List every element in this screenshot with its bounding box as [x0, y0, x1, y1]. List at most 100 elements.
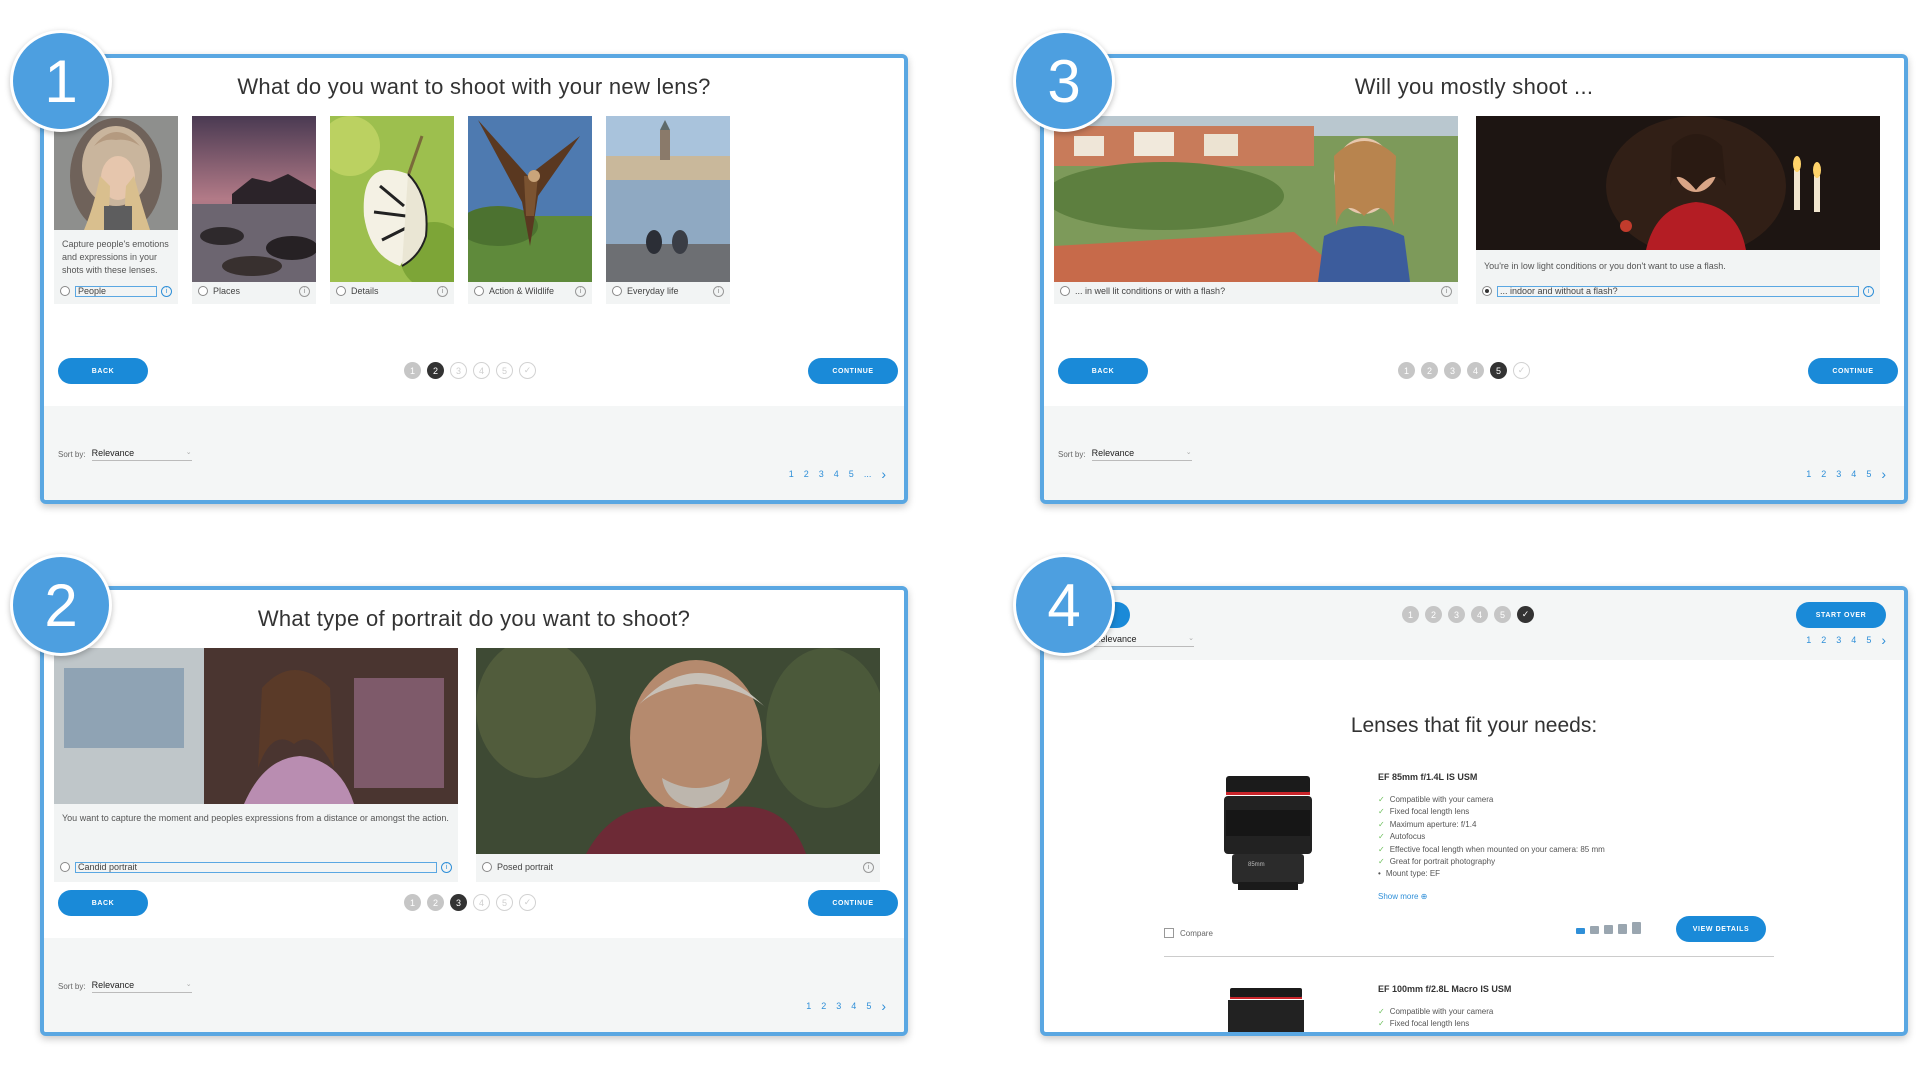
info-icon[interactable]: i: [437, 285, 448, 297]
card-details[interactable]: Details i: [330, 116, 454, 304]
sort-select[interactable]: Relevance ⌄: [1094, 634, 1194, 647]
page-link[interactable]: 5: [1866, 469, 1871, 479]
info-icon[interactable]: i: [1863, 285, 1874, 297]
info-icon[interactable]: i: [1441, 285, 1452, 297]
lens-name[interactable]: EF 85mm f/1.4L IS USM: [1378, 772, 1477, 782]
card-everyday-life[interactable]: Everyday life i: [606, 116, 730, 304]
card-candid-portrait[interactable]: You want to capture the moment and peopl…: [54, 648, 458, 882]
option-places[interactable]: Places i: [198, 284, 310, 298]
info-icon[interactable]: i: [863, 861, 874, 873]
step-dot-current[interactable]: 3: [450, 894, 467, 911]
sort-select[interactable]: Relevance ⌄: [91, 980, 192, 993]
step-dot-current[interactable]: 2: [427, 362, 444, 379]
option-details[interactable]: Details i: [336, 284, 448, 298]
info-icon[interactable]: i: [161, 285, 172, 297]
option-candid-portrait[interactable]: Candid portrait i: [60, 860, 452, 874]
card-well-lit[interactable]: ... in well lit conditions or with a fla…: [1054, 116, 1458, 304]
page-link[interactable]: 5: [1866, 635, 1871, 645]
show-more-link[interactable]: Show more ⊕: [1378, 892, 1427, 901]
page-link[interactable]: 1: [1806, 469, 1811, 479]
info-icon[interactable]: i: [441, 861, 452, 873]
option-action-wildlife[interactable]: Action & Wildlife i: [474, 284, 586, 298]
continue-button[interactable]: CONTINUE: [808, 358, 898, 384]
step-dot[interactable]: 4: [1467, 362, 1484, 379]
card-action-wildlife[interactable]: Action & Wildlife i: [468, 116, 592, 304]
option-everyday-life[interactable]: Everyday life i: [612, 284, 724, 298]
step-dot[interactable]: 1: [1398, 362, 1415, 379]
card-people[interactable]: Capture people's emotions and expression…: [54, 116, 178, 304]
option-well-lit[interactable]: ... in well lit conditions or with a fla…: [1060, 284, 1452, 298]
step-dot[interactable]: 2: [1425, 606, 1442, 623]
page-link[interactable]: 5: [866, 1001, 871, 1011]
step-dot[interactable]: 5: [1494, 606, 1511, 623]
compare-checkbox[interactable]: Compare: [1164, 928, 1213, 938]
page-link[interactable]: 3: [819, 469, 824, 479]
step-dot[interactable]: 2: [427, 894, 444, 911]
page-link[interactable]: 2: [821, 1001, 826, 1011]
sort-select[interactable]: Relevance ⌄: [91, 448, 192, 461]
back-button[interactable]: BACK: [58, 358, 148, 384]
step-dot[interactable]: 4: [1471, 606, 1488, 623]
step-dot[interactable]: 1: [404, 362, 421, 379]
step-dot-finish-current[interactable]: ✓: [1517, 606, 1534, 623]
card-places[interactable]: Places i: [192, 116, 316, 304]
card-posed-portrait[interactable]: Posed portrait i: [476, 648, 880, 882]
page-link[interactable]: 1: [806, 1001, 811, 1011]
next-page-icon[interactable]: ›: [1881, 466, 1886, 482]
page-link[interactable]: 4: [834, 469, 839, 479]
radio-button[interactable]: [60, 862, 70, 872]
checkbox-icon[interactable]: [1164, 928, 1174, 938]
stage: What do you want to shoot with your new …: [0, 0, 1920, 1080]
page-link[interactable]: 3: [1836, 469, 1841, 479]
continue-button[interactable]: CONTINUE: [1808, 358, 1898, 384]
page-link[interactable]: 2: [804, 469, 809, 479]
radio-button[interactable]: [612, 286, 622, 296]
page-link[interactable]: 5: [849, 469, 854, 479]
page-link[interactable]: 2: [1821, 635, 1826, 645]
page-link[interactable]: 4: [851, 1001, 856, 1011]
page-link[interactable]: 4: [1851, 635, 1856, 645]
panel-step-1: What do you want to shoot with your new …: [40, 54, 908, 504]
step-dot[interactable]: 3: [1448, 606, 1465, 623]
step-indicator: 1 2 3 4 5 ✓: [404, 894, 536, 911]
radio-button[interactable]: [198, 286, 208, 296]
info-icon[interactable]: i: [575, 285, 586, 297]
option-posed-portrait[interactable]: Posed portrait i: [482, 860, 874, 874]
start-over-button[interactable]: START OVER: [1796, 602, 1886, 628]
radio-button-selected[interactable]: [1482, 286, 1492, 296]
page-link[interactable]: 2: [1821, 469, 1826, 479]
info-icon[interactable]: i: [299, 285, 310, 297]
continue-button[interactable]: CONTINUE: [808, 890, 898, 916]
radio-button[interactable]: [336, 286, 346, 296]
option-indoor-no-flash[interactable]: ... indoor and without a flash? i: [1482, 284, 1874, 298]
info-icon[interactable]: i: [713, 285, 724, 297]
radio-button[interactable]: [482, 862, 492, 872]
radio-button[interactable]: [474, 286, 484, 296]
step-dot-current[interactable]: 5: [1490, 362, 1507, 379]
results-footer: Sort by: Relevance ⌄ 1 2 3 4 5 ›: [1044, 406, 1904, 500]
step-dot[interactable]: 1: [1402, 606, 1419, 623]
next-page-icon[interactable]: ›: [881, 466, 886, 482]
question-title: Will you mostly shoot ...: [1354, 74, 1594, 99]
sort-select[interactable]: Relevance ⌄: [1091, 448, 1192, 461]
feature-item: Fixed focal length lens: [1378, 1018, 1493, 1030]
view-details-button[interactable]: VIEW DETAILS: [1676, 916, 1766, 942]
step-dot[interactable]: 3: [1444, 362, 1461, 379]
page-link[interactable]: 3: [1836, 635, 1841, 645]
card-indoor-no-flash[interactable]: You're in low light conditions or you do…: [1476, 116, 1880, 304]
radio-button[interactable]: [1060, 286, 1070, 296]
outdoor-portrait-photo: [1054, 116, 1458, 282]
radio-button[interactable]: [60, 286, 70, 296]
option-people[interactable]: People i: [60, 284, 172, 298]
next-page-icon[interactable]: ›: [1881, 632, 1886, 648]
page-link[interactable]: 3: [836, 1001, 841, 1011]
step-dot[interactable]: 2: [1421, 362, 1438, 379]
next-page-icon[interactable]: ›: [881, 998, 886, 1014]
step-dot[interactable]: 1: [404, 894, 421, 911]
page-link[interactable]: 1: [1806, 635, 1811, 645]
page-link[interactable]: 4: [1851, 469, 1856, 479]
lens-name[interactable]: EF 100mm f/2.8L Macro IS USM: [1378, 984, 1511, 994]
page-link[interactable]: 1: [789, 469, 794, 479]
back-button[interactable]: BACK: [1058, 358, 1148, 384]
back-button[interactable]: BACK: [58, 890, 148, 916]
